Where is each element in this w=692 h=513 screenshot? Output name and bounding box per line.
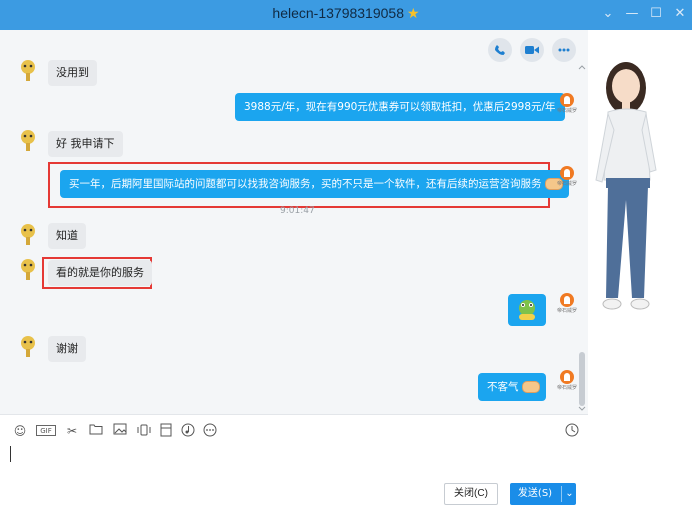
- chevron-down-icon[interactable]: ⌄: [563, 483, 576, 505]
- brand-avatar-label: 帝石威罗: [556, 108, 577, 114]
- call-bar: [488, 38, 576, 62]
- phone-icon[interactable]: [488, 38, 512, 62]
- more-icon[interactable]: [202, 423, 218, 439]
- brand-avatar[interactable]: 帝石威罗: [555, 93, 579, 119]
- red-packet-icon[interactable]: [158, 423, 174, 439]
- video-icon[interactable]: [520, 38, 544, 62]
- emoji-icon[interactable]: ☺: [12, 423, 28, 439]
- message-bubble: 知道: [48, 223, 86, 249]
- minimize-button[interactable]: —: [624, 6, 640, 21]
- more-icon[interactable]: [552, 38, 576, 62]
- customer-avatar[interactable]: [16, 257, 40, 281]
- brand-avatar-label: 帝石威罗: [556, 308, 577, 314]
- star-icon: ★: [407, 5, 420, 21]
- scissors-icon[interactable]: ✂: [64, 423, 80, 439]
- close-window-button[interactable]: ✕: [672, 6, 688, 21]
- message-bubble: 看的就是你的服务: [48, 260, 152, 286]
- handshake-emoji-icon: [521, 381, 540, 393]
- scroll-up-icon[interactable]: [578, 64, 586, 70]
- message-bubble: 不客气: [478, 373, 546, 401]
- brand-avatar[interactable]: 帝石威罗: [555, 370, 579, 396]
- window-title: helecn-13798319058 ★: [0, 5, 692, 22]
- input-toolbar: ☺ GIF ✂: [0, 414, 588, 446]
- image-icon[interactable]: [112, 423, 128, 439]
- customer-avatar[interactable]: [16, 222, 40, 246]
- chat-scrollbar[interactable]: [578, 30, 586, 414]
- send-button-label: 发送(S): [517, 488, 553, 499]
- music-icon[interactable]: [180, 423, 196, 439]
- message-input[interactable]: [0, 446, 588, 513]
- folder-icon[interactable]: [88, 423, 104, 439]
- customer-avatar[interactable]: [16, 128, 40, 152]
- brand-avatar[interactable]: 帝石威罗: [555, 166, 579, 192]
- brand-avatar-label: 帝石威罗: [556, 385, 577, 391]
- send-button[interactable]: 发送(S) ⌄: [510, 483, 576, 505]
- character-illustration: [595, 62, 657, 310]
- chat-history: 没用到 3988元/年，现在有990元优惠券可以领取抵扣，优惠后2998元/年 …: [0, 30, 588, 414]
- collapse-button[interactable]: ⌄: [600, 6, 616, 21]
- scroll-thumb[interactable]: [579, 352, 585, 406]
- history-icon[interactable]: [564, 423, 580, 439]
- close-button[interactable]: 关闭(C): [444, 483, 498, 505]
- message-bubble: 好 我申请下: [48, 131, 123, 157]
- text-cursor: [10, 446, 11, 462]
- customer-avatar[interactable]: [16, 58, 40, 82]
- emoji-bubble: [508, 294, 546, 326]
- brand-avatar[interactable]: 帝石威罗: [555, 293, 579, 319]
- brand-avatar-label: 帝石威罗: [556, 181, 577, 187]
- message-bubble: 没用到: [48, 60, 97, 86]
- maximize-button[interactable]: ☐: [648, 6, 664, 21]
- side-panel: [588, 30, 692, 513]
- contact-name: helecn-13798319058: [272, 5, 404, 21]
- shake-icon[interactable]: [136, 423, 152, 439]
- customer-avatar[interactable]: [16, 334, 40, 358]
- frog-emoji-icon: [519, 300, 535, 320]
- message-bubble: 买一年，后期阿里国际站的问题都可以找我咨询服务，买的不只是一个软件，还有后续的运…: [60, 170, 569, 198]
- message-text: 不客气: [487, 381, 519, 393]
- title-bar: helecn-13798319058 ★ ⌄ — ☐ ✕: [0, 0, 692, 30]
- send-button-divider: [561, 486, 562, 502]
- gif-icon[interactable]: GIF: [36, 425, 56, 436]
- message-bubble: 谢谢: [48, 336, 86, 362]
- scroll-down-icon[interactable]: [578, 406, 586, 412]
- message-timestamp: 9:01:47: [280, 206, 315, 216]
- message-text: 买一年，后期阿里国际站的问题都可以找我咨询服务，买的不只是一个软件，还有后续的运…: [69, 178, 542, 190]
- message-bubble: 3988元/年，现在有990元优惠券可以领取抵扣，优惠后2998元/年: [235, 93, 565, 121]
